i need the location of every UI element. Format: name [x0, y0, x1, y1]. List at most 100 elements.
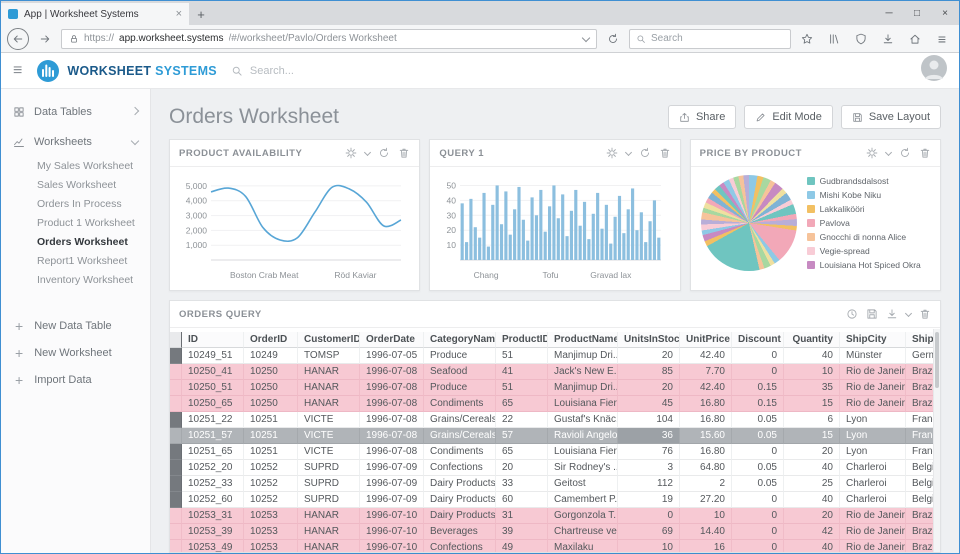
browser-tab[interactable]: App | Worksheet Systems ×	[1, 3, 189, 25]
cell-orderdate[interactable]: 1996-07-10	[360, 540, 424, 552]
row-handle[interactable]	[170, 412, 182, 428]
cell-shipcity[interactable]: Lyon	[840, 412, 906, 428]
browser-menu-button[interactable]: ≡	[931, 28, 953, 50]
cell-orderid[interactable]: 10249	[244, 348, 298, 364]
cell-orderdate[interactable]: 1996-07-10	[360, 508, 424, 524]
cell-productname[interactable]: Jack's New E...	[548, 364, 618, 380]
cell-unitsinstock[interactable]: 19	[618, 492, 680, 508]
row-handle[interactable]	[170, 396, 182, 412]
cell-discount[interactable]: 0.15	[732, 396, 784, 412]
cell-orderid[interactable]: 10250	[244, 364, 298, 380]
cell-quantity[interactable]: 15	[784, 428, 840, 444]
back-button[interactable]	[7, 27, 29, 50]
cell-categoryname[interactable]: Confections	[424, 540, 496, 552]
cell-shipcity[interactable]: Münster	[840, 348, 906, 364]
row-handle[interactable]	[170, 460, 182, 476]
cell-productid[interactable]: 39	[496, 524, 548, 540]
column-header-unitprice[interactable]: UnitPrice	[680, 332, 732, 348]
table-row[interactable]: 10251_57 10251 VICTE 1996-07-08 Grains/Cerea…	[170, 428, 940, 444]
cell-productname[interactable]: Louisiana Fier...	[548, 396, 618, 412]
cell-shipcity[interactable]: Rio de Janeiro	[840, 380, 906, 396]
edit-mode-button[interactable]: Edit Mode	[744, 105, 833, 129]
cell-customerid[interactable]: HANAR	[298, 380, 360, 396]
app-search[interactable]	[231, 64, 400, 77]
row-handle[interactable]	[170, 380, 182, 396]
cell-categoryname[interactable]: Seafood	[424, 364, 496, 380]
refresh-icon[interactable]	[899, 147, 911, 159]
sidebar-item-sales-worksheet[interactable]: Sales Worksheet	[1, 176, 150, 195]
gear-icon[interactable]	[345, 147, 357, 159]
cell-unitsinstock[interactable]: 104	[618, 412, 680, 428]
cell-unitprice[interactable]: 16.80	[680, 396, 732, 412]
cell-categoryname[interactable]: Dairy Products	[424, 492, 496, 508]
cell-orderid[interactable]: 10251	[244, 428, 298, 444]
chevron-down-icon[interactable]	[364, 148, 372, 156]
sidebar-item-my-sales-worksheet[interactable]: My Sales Worksheet	[1, 157, 150, 176]
row-handle[interactable]	[170, 508, 182, 524]
sidebar-section-data-tables[interactable]: Data Tables	[1, 97, 150, 127]
table-row[interactable]: 10252_20 10252 SUPRD 1996-07-09 Confections 2…	[170, 460, 940, 476]
cell-id[interactable]: 10253_39	[182, 524, 244, 540]
column-header-categoryname[interactable]: CategoryName▾	[424, 332, 496, 348]
cell-productname[interactable]: Louisiana Fier...	[548, 444, 618, 460]
table-row[interactable]: 10252_60 10252 SUPRD 1996-07-09 Dairy Produc…	[170, 492, 940, 508]
refresh-icon[interactable]	[639, 147, 651, 159]
cell-orderdate[interactable]: 1996-07-08	[360, 428, 424, 444]
export-icon[interactable]	[886, 308, 898, 320]
row-handle[interactable]	[170, 540, 182, 552]
cell-categoryname[interactable]: Produce	[424, 380, 496, 396]
cell-customerid[interactable]: SUPRD	[298, 476, 360, 492]
cell-orderid[interactable]: 10251	[244, 444, 298, 460]
cell-productid[interactable]: 20	[496, 460, 548, 476]
urlbar-dropdown-icon[interactable]	[581, 33, 591, 42]
cell-unitsinstock[interactable]: 112	[618, 476, 680, 492]
cell-unitprice[interactable]: 14.40	[680, 524, 732, 540]
cell-productname[interactable]: Gorgonzola T...	[548, 508, 618, 524]
cell-unitprice[interactable]: 16	[680, 540, 732, 552]
cell-orderdate[interactable]: 1996-07-05	[360, 348, 424, 364]
chevron-down-icon[interactable]	[884, 148, 893, 156]
cell-customerid[interactable]: HANAR	[298, 540, 360, 552]
shield-button[interactable]	[850, 28, 872, 50]
cell-productname[interactable]: Sir Rodney's ...	[548, 460, 618, 476]
save-layout-button[interactable]: Save Layout	[840, 105, 941, 129]
column-header-shipcity[interactable]: ShipCity	[840, 332, 906, 348]
browser-search-input[interactable]	[651, 33, 784, 44]
cell-discount[interactable]: 0	[732, 540, 784, 552]
table-row[interactable]: 10253_31 10253 HANAR 1996-07-10 Dairy Produc…	[170, 508, 940, 524]
cell-categoryname[interactable]: Condiments	[424, 396, 496, 412]
cell-quantity[interactable]: 35	[784, 380, 840, 396]
cell-quantity[interactable]: 15	[784, 396, 840, 412]
column-header-id[interactable]: ID	[182, 332, 244, 348]
cell-orderdate[interactable]: 1996-07-09	[360, 476, 424, 492]
orders-vertical-scrollbar[interactable]	[933, 329, 940, 552]
address-bar[interactable]: https:// app.worksheet.systems /#/worksh…	[61, 28, 597, 49]
cell-discount[interactable]: 0.05	[732, 460, 784, 476]
cell-discount[interactable]: 0.15	[732, 380, 784, 396]
cell-quantity[interactable]: 20	[784, 444, 840, 460]
cell-id[interactable]: 10253_49	[182, 540, 244, 552]
column-header-customerid[interactable]: CustomerID	[298, 332, 360, 348]
gear-icon[interactable]	[866, 147, 878, 159]
cell-orderid[interactable]: 10251	[244, 412, 298, 428]
sidebar-item-orders-worksheet[interactable]: Orders Worksheet	[1, 233, 150, 252]
cell-quantity[interactable]: 6	[784, 412, 840, 428]
table-row[interactable]: 10253_39 10253 HANAR 1996-07-10 Beverages 39 C…	[170, 524, 940, 540]
cell-categoryname[interactable]: Grains/Cereals	[424, 412, 496, 428]
close-button[interactable]: ×	[931, 1, 959, 25]
column-header-quantity[interactable]: Quantity	[784, 332, 840, 348]
cell-shipcity[interactable]: Rio de Janeiro	[840, 524, 906, 540]
cell-orderdate[interactable]: 1996-07-09	[360, 460, 424, 476]
row-handle[interactable]	[170, 364, 182, 380]
cell-id[interactable]: 10250_65	[182, 396, 244, 412]
cell-id[interactable]: 10252_60	[182, 492, 244, 508]
table-row[interactable]: 10252_33 10252 SUPRD 1996-07-09 Dairy Produc…	[170, 476, 940, 492]
cell-productname[interactable]: Camembert P...	[548, 492, 618, 508]
cell-discount[interactable]: 0	[732, 492, 784, 508]
cell-productid[interactable]: 31	[496, 508, 548, 524]
cell-quantity[interactable]: 20	[784, 508, 840, 524]
share-button[interactable]: Share	[667, 105, 737, 129]
column-header-productid[interactable]: ProductID	[496, 332, 548, 348]
cell-unitsinstock[interactable]: 85	[618, 364, 680, 380]
cell-unitsinstock[interactable]: 69	[618, 524, 680, 540]
